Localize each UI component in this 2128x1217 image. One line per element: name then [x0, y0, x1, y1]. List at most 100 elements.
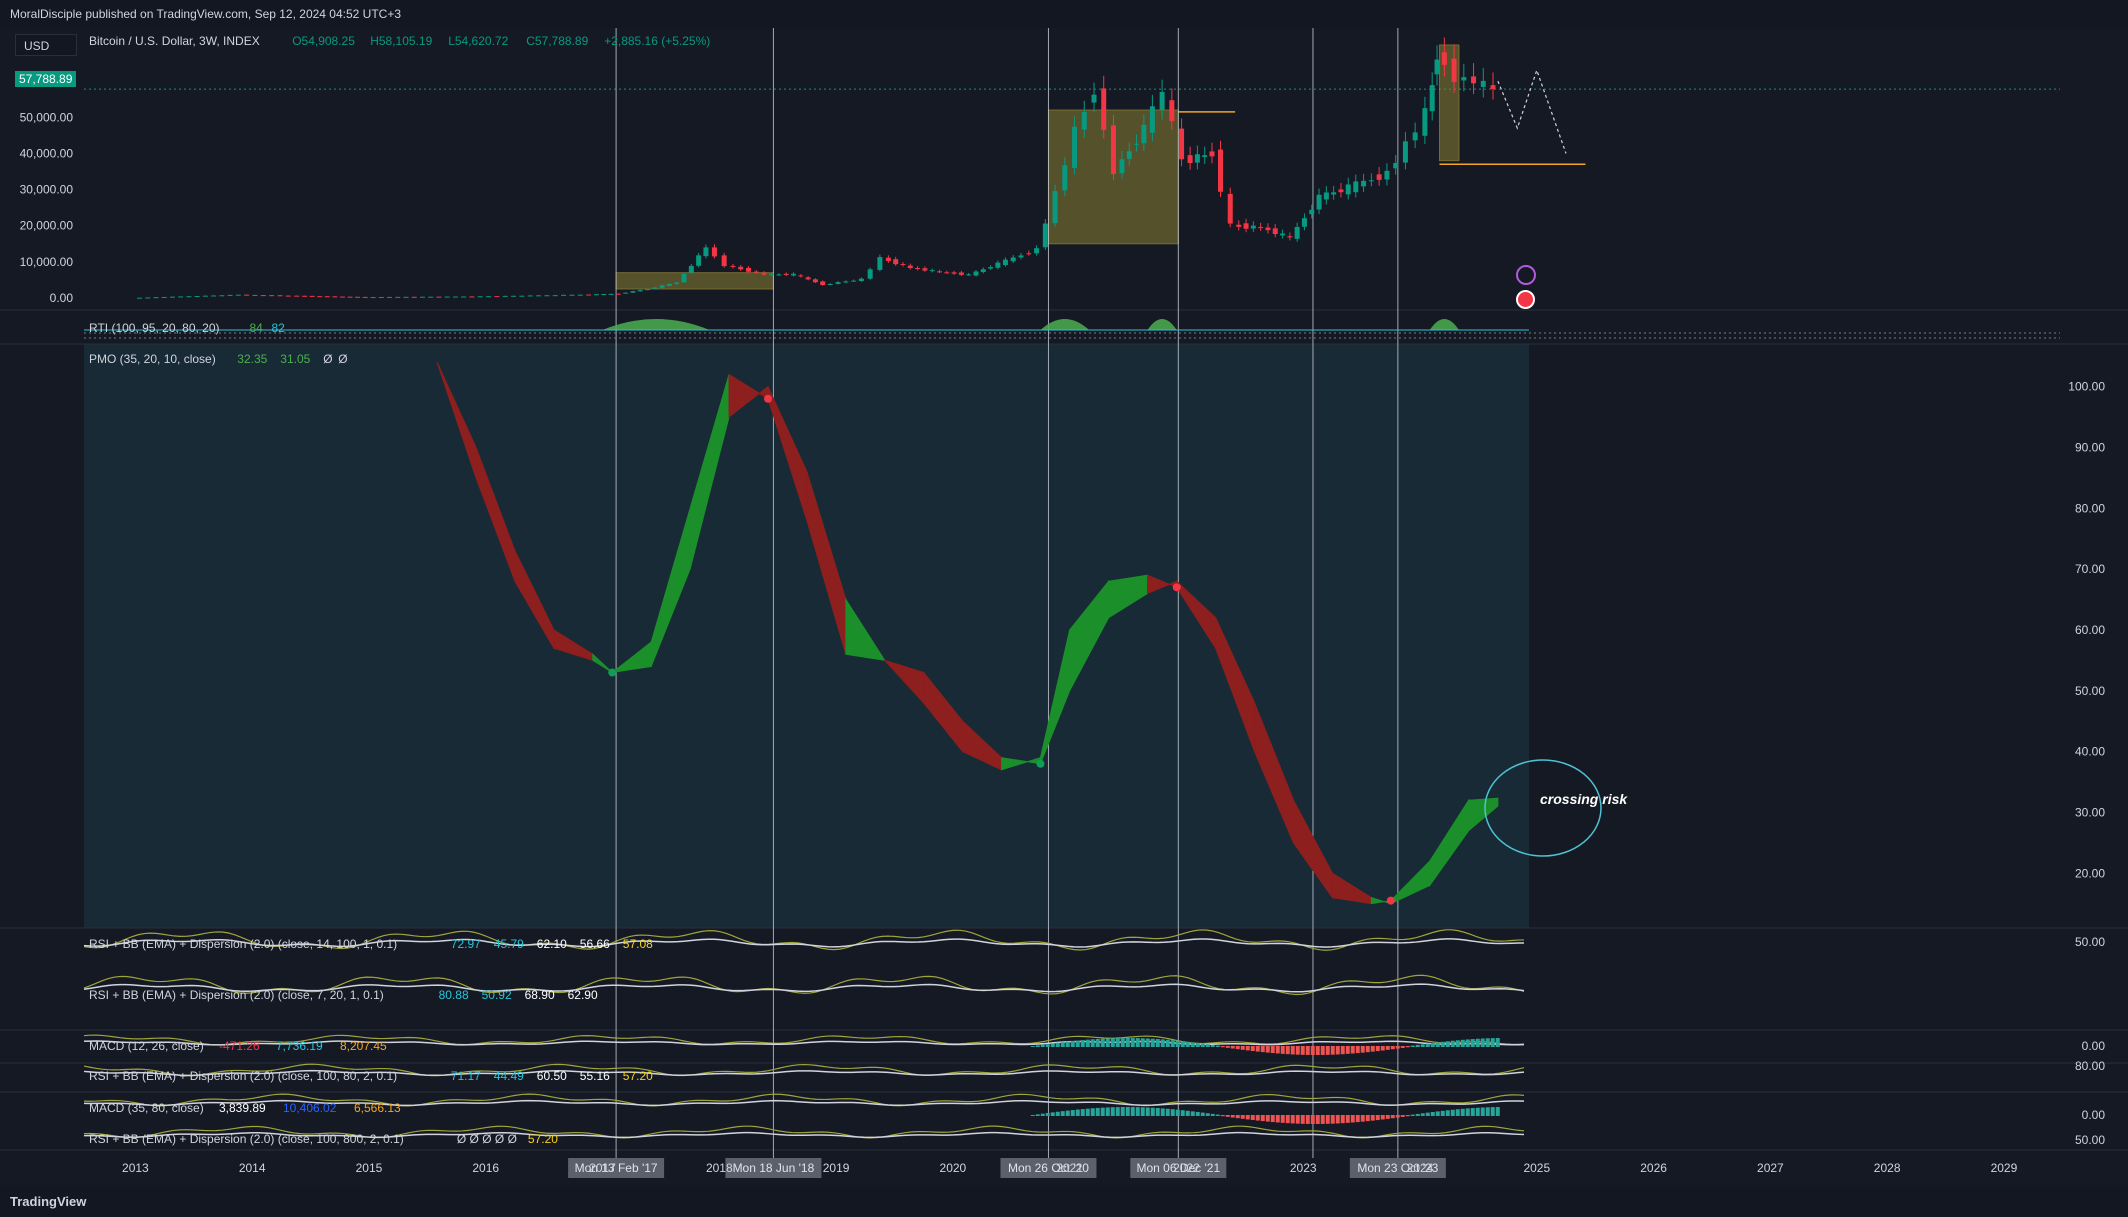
macd-histogram-bar	[1230, 1115, 1235, 1118]
candle-body	[858, 278, 864, 281]
macd-histogram-bar	[1130, 1038, 1135, 1047]
candle-body	[608, 293, 614, 295]
candle-body	[1026, 253, 1032, 255]
candle-body	[186, 296, 192, 298]
macd-histogram-bar	[1220, 1115, 1225, 1117]
year-tick-label: 2024	[1407, 1161, 1434, 1175]
candle-body	[900, 264, 906, 266]
macd-histogram-bar	[1125, 1038, 1130, 1047]
macd-histogram-bar	[1265, 1046, 1270, 1053]
lightning-icon[interactable]	[1516, 265, 1536, 285]
candle-body	[1412, 132, 1418, 141]
macd-histogram-bar	[1490, 1107, 1495, 1116]
flag-icon[interactable]	[1516, 290, 1535, 309]
macd-histogram-bar	[1275, 1115, 1280, 1123]
year-tick-label: 2016	[472, 1161, 499, 1175]
macd-histogram-bar	[1330, 1115, 1335, 1124]
pane-legend-label: PMO (35, 20, 10, close)	[89, 352, 216, 366]
macd-histogram-bar	[1300, 1115, 1305, 1124]
candle-body	[1461, 77, 1467, 81]
candle-body	[966, 274, 972, 276]
candle-body	[1384, 170, 1390, 180]
macd-histogram-bar	[1250, 1046, 1255, 1052]
macd-histogram-bar	[1415, 1044, 1420, 1047]
candle-body	[378, 297, 384, 299]
macd-histogram-bar	[1140, 1038, 1145, 1047]
candle-body	[1141, 124, 1147, 144]
macd-histogram-bar	[1215, 1114, 1220, 1116]
candle-body	[1393, 163, 1399, 169]
candle-body	[761, 272, 767, 275]
candle-body	[552, 295, 558, 297]
pane-legend-label: RSI + BB (EMA) + Dispersion (2.0) (close…	[89, 1069, 397, 1083]
price-tick-label: 20,000.00	[20, 219, 74, 233]
year-tick-label: 2022	[1173, 1161, 1200, 1175]
macd-histogram-bar	[1210, 1044, 1215, 1047]
pane-legend-label: RSI + BB (EMA) + Dispersion (2.0) (close…	[89, 988, 384, 1002]
pmo-cross-dot	[763, 394, 772, 403]
macd-histogram-bar	[1125, 1107, 1130, 1116]
macd-histogram-bar	[1085, 1039, 1090, 1047]
marker-label: Mon 13 Feb '17	[575, 1161, 658, 1175]
candle-body	[805, 277, 811, 280]
macd-histogram-bar	[1100, 1107, 1105, 1116]
pane-legend-value: Ø	[323, 352, 332, 366]
footer: TradingView	[0, 1185, 2128, 1217]
candle-body	[696, 255, 702, 266]
macd-histogram-bar	[1335, 1115, 1340, 1124]
macd-histogram-bar	[1470, 1108, 1475, 1116]
macd-histogram-bar	[1305, 1115, 1310, 1124]
candle-body	[1258, 227, 1264, 229]
candle-body	[711, 247, 717, 257]
rti-area	[1429, 319, 1459, 330]
pane-legend-value: 6,566.13	[354, 1101, 401, 1115]
macd-histogram-bar	[1435, 1042, 1440, 1047]
pane-legend-value: 60.50	[537, 1069, 567, 1083]
candle-body	[623, 292, 629, 294]
currency-button[interactable]: USD	[15, 34, 77, 56]
candle-body	[885, 257, 891, 262]
macd-histogram-bar	[1455, 1040, 1460, 1047]
macd-histogram-bar	[1295, 1046, 1300, 1055]
candle-body	[820, 281, 826, 286]
pane-legend-value: 32.35	[237, 352, 267, 366]
candle-body	[244, 294, 250, 296]
candle-body	[519, 295, 525, 297]
pane-legend-value: Ø Ø Ø Ø Ø	[457, 1132, 517, 1146]
highlight-box	[615, 272, 774, 290]
candle-body	[536, 295, 542, 297]
candle-body	[324, 296, 330, 298]
macd-histogram-bar	[1365, 1115, 1370, 1122]
candle-body	[219, 295, 225, 297]
chart-canvas[interactable]: Mon 13 Feb '17 Mon 18 Jun '18 Mon 26 Oct '…	[0, 0, 2128, 1217]
macd-histogram-bar	[1330, 1046, 1335, 1055]
pane-legend-value: 57.20	[528, 1132, 558, 1146]
macd-histogram-bar	[1185, 1041, 1190, 1047]
macd-histogram-bar	[1290, 1046, 1295, 1055]
tradingview-brand[interactable]: TradingView	[10, 1194, 86, 1209]
pane-legend-value: O54,908.25	[292, 34, 355, 48]
macd-histogram-bar	[1485, 1107, 1490, 1116]
year-tick-label: 2029	[1991, 1161, 2018, 1175]
candle-body	[688, 265, 694, 273]
pane-legend-value: 57.20	[623, 1069, 653, 1083]
macd-histogram-bar	[1425, 1043, 1430, 1047]
candle-body	[1376, 174, 1382, 180]
macd-histogram-bar	[1070, 1041, 1075, 1047]
candle-body	[721, 255, 727, 267]
pmo-tick-label: 20.00	[2075, 866, 2105, 880]
macd-histogram-bar	[1400, 1046, 1405, 1048]
candle-body	[1134, 143, 1140, 145]
pane-legend-value: 44.49	[494, 1069, 524, 1083]
candle-body	[577, 294, 583, 296]
candle-body	[544, 295, 550, 297]
macd-histogram-bar	[1245, 1115, 1250, 1120]
candle-body	[395, 296, 401, 298]
candle-body	[907, 265, 913, 269]
macd-histogram-bar	[1100, 1038, 1105, 1047]
rti-area	[1040, 319, 1090, 330]
macd-histogram-bar	[1475, 1038, 1480, 1047]
candle-body	[1179, 128, 1185, 160]
macd-histogram-bar	[1440, 1041, 1445, 1047]
pmo-tick-label: 60.00	[2075, 623, 2105, 637]
